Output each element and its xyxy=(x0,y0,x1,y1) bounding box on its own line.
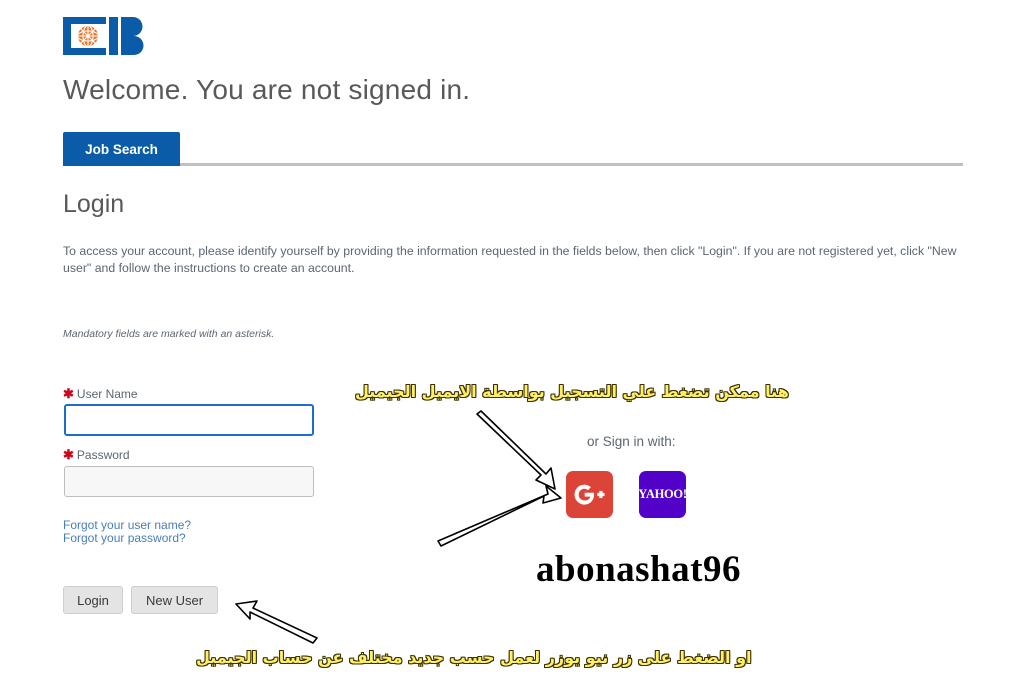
tab-bar-rule xyxy=(63,163,963,166)
annotation-arrow-down-right xyxy=(476,410,556,490)
yahoo-logo-text: YAHOO! xyxy=(638,486,687,502)
label-password-text: Password xyxy=(76,448,130,462)
page-title: Login xyxy=(63,190,125,218)
tab-bar: Job Search xyxy=(63,132,963,166)
link-forgot-password[interactable]: Forgot your password? xyxy=(63,531,186,545)
required-asterisk-icon: ✱ xyxy=(63,447,74,462)
annotation-arrow-left xyxy=(235,600,318,644)
google-plus-icon xyxy=(574,484,605,505)
new-user-button[interactable]: New User xyxy=(131,586,218,614)
username-input[interactable] xyxy=(64,404,314,436)
annotation-arrow-up-right xyxy=(437,485,562,547)
watermark-text: abonashat96 xyxy=(536,549,741,590)
label-password: ✱ Password xyxy=(63,447,130,463)
annotation-text-bottom: او الضغط على زر نيو يوزر لعمل حسب جديد م… xyxy=(196,648,752,667)
login-button[interactable]: Login xyxy=(63,586,123,614)
link-forgot-username[interactable]: Forgot your user name? xyxy=(63,518,191,532)
social-signin-label: or Sign in with: xyxy=(587,434,676,449)
label-username-text: User Name xyxy=(76,387,138,401)
required-asterisk-icon: ✱ xyxy=(63,386,74,401)
annotation-text-top: هنا ممكن تضغط علي التسجيل بواسطة الايميل… xyxy=(355,382,789,401)
google-plus-signin-button[interactable] xyxy=(566,471,613,518)
welcome-heading: Welcome. You are not signed in. xyxy=(63,74,471,105)
yahoo-signin-button[interactable]: YAHOO! xyxy=(638,471,687,518)
tab-job-search[interactable]: Job Search xyxy=(63,132,180,166)
cib-logo xyxy=(63,16,145,56)
mandatory-fields-note: Mandatory fields are marked with an aste… xyxy=(63,328,275,340)
label-username: ✱ User Name xyxy=(63,386,138,402)
password-input[interactable] xyxy=(64,466,314,497)
login-intro-text: To access your account, please identify … xyxy=(63,244,957,275)
